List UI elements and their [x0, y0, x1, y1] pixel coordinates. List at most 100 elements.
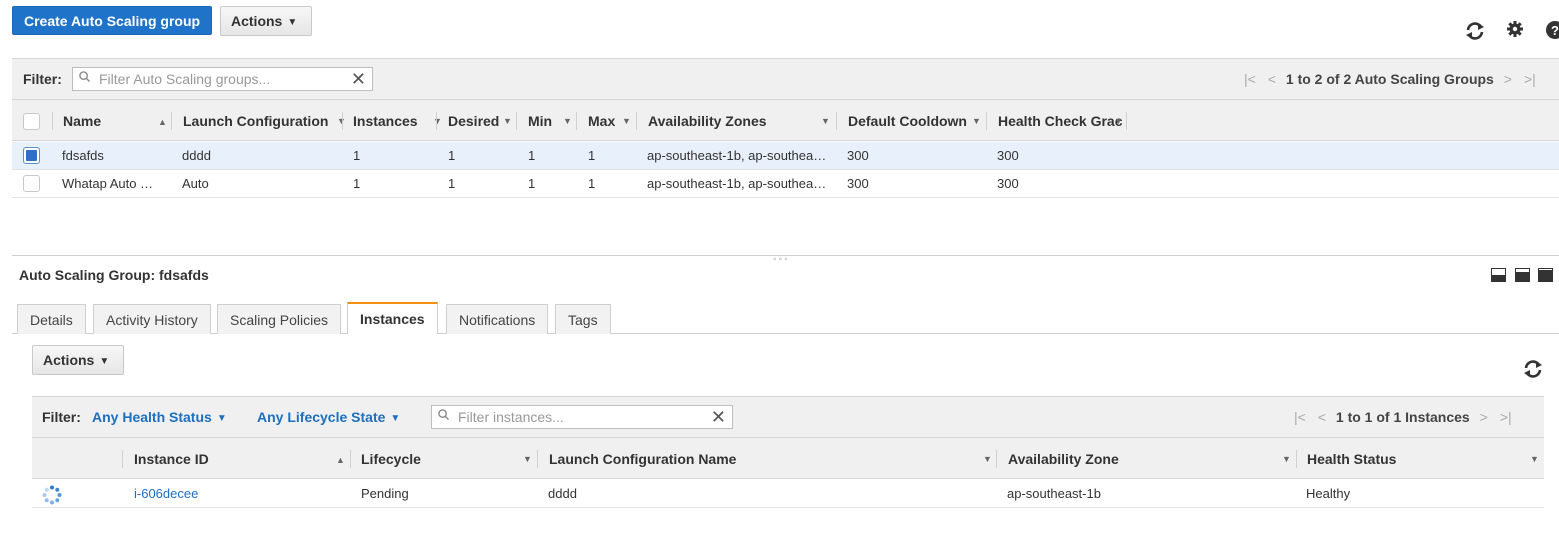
column-instance-id[interactable]: Instance ID ▲ [134, 438, 345, 480]
table-row[interactable]: Whatap Auto … Auto 1 1 1 1 ap-southeast-… [12, 170, 1559, 198]
instances-search-box[interactable]: ✕ [431, 405, 733, 429]
cell-health-status: Healthy [1306, 486, 1351, 501]
select-all-checkbox[interactable] [23, 113, 40, 130]
cell-max: 1 [588, 148, 596, 163]
pending-spinner-icon [42, 485, 62, 508]
instances-pager: |< < 1 to 1 of 1 Instances > >| [1288, 409, 1518, 425]
refresh-icon[interactable] [1464, 20, 1486, 46]
cell-min: 1 [528, 176, 536, 191]
instances-actions-label: Actions [43, 352, 95, 368]
tab-tags[interactable]: Tags [555, 304, 611, 334]
last-page-icon[interactable]: >| [1500, 409, 1512, 425]
column-desired[interactable]: Desired ▼ [448, 100, 512, 142]
layout-full-icon[interactable] [1538, 268, 1553, 282]
instances-pager-text: 1 to 1 of 1 Instances [1335, 409, 1470, 425]
tab-notifications[interactable]: Notifications [446, 304, 549, 334]
column-availability-zones[interactable]: Availability Zones ▼ [648, 100, 830, 142]
clear-icon[interactable]: ✕ [711, 407, 726, 427]
row-checkbox[interactable] [23, 175, 40, 192]
cell-launch-configuration: Auto [182, 176, 209, 191]
cell-lifecycle: Pending [361, 486, 409, 501]
column-name[interactable]: Name ▲ [63, 100, 167, 142]
table-row[interactable]: i-606decee Pending dddd ap-southeast-1b … [32, 479, 1544, 508]
instances-filter-bar: Filter: Any Health Status ▼ Any Lifecycle… [32, 396, 1544, 437]
search-icon [79, 71, 90, 82]
column-lifecycle[interactable]: Lifecycle ▼ [361, 438, 532, 480]
groups-search-input[interactable] [97, 70, 341, 88]
instances-table-header: Instance ID ▲ Lifecycle ▼ Launch Configura… [32, 437, 1544, 479]
chevron-down-icon: ▼ [1282, 454, 1291, 464]
filter-label: Filter: [42, 409, 81, 425]
actions-dropdown-button[interactable]: Actions ▼ [220, 6, 312, 36]
column-min[interactable]: Min ▼ [528, 100, 572, 142]
column-launch-configuration[interactable]: Launch Configuration▼ [183, 100, 346, 142]
chevron-down-icon: ▼ [503, 116, 512, 126]
first-page-icon[interactable]: |< [1294, 409, 1306, 425]
actions-label: Actions [231, 13, 283, 29]
chevron-down-icon: ▼ [983, 454, 992, 464]
cell-launch-configuration: dddd [182, 148, 211, 163]
tab-scaling-policies[interactable]: Scaling Policies [217, 304, 342, 334]
groups-filter-bar: Filter: ✕ |< < 1 to 2 of 2 Auto Scaling G… [12, 58, 1559, 99]
tab-instances[interactable]: Instances [347, 302, 438, 334]
first-page-icon[interactable]: |< [1244, 71, 1256, 87]
chevron-down-icon: ▼ [1530, 454, 1539, 464]
detail-panel-title: Auto Scaling Group: fdsafds [19, 267, 209, 283]
chevron-down-icon: ▼ [433, 116, 442, 126]
health-status-filter[interactable]: Any Health Status ▼ [92, 409, 227, 425]
chevron-down-icon: ▼ [287, 17, 298, 28]
cell-health-check-grace: 300 [997, 176, 1019, 191]
create-auto-scaling-group-button[interactable]: Create Auto Scaling group [12, 6, 213, 35]
cell-availability-zones: ap-southeast-1b, ap-southea… [647, 148, 827, 163]
cell-default-cooldown: 300 [847, 148, 869, 163]
gear-icon[interactable] [1506, 20, 1524, 42]
chevron-down-icon: ▼ [1114, 116, 1123, 126]
groups-search-box[interactable]: ✕ [72, 67, 373, 91]
layout-split-icon[interactable] [1515, 268, 1530, 282]
instances-search-input[interactable] [456, 408, 700, 426]
tab-activity-history[interactable]: Activity History [93, 304, 211, 334]
groups-pager: |< < 1 to 2 of 2 Auto Scaling Groups > >| [1238, 71, 1542, 87]
cell-name: fdsafds [62, 148, 104, 163]
tab-details[interactable]: Details [17, 304, 86, 334]
column-default-cooldown[interactable]: Default Cooldown ▼ [848, 100, 981, 142]
last-page-icon[interactable]: >| [1524, 71, 1536, 87]
resize-handle[interactable]: ◦◦◦ [773, 255, 790, 265]
instances-actions-button[interactable]: Actions ▼ [32, 345, 124, 375]
instance-id-link[interactable]: i-606decee [134, 479, 198, 508]
chevron-down-icon: ▼ [821, 116, 830, 126]
chevron-down-icon: ▼ [216, 413, 227, 424]
sort-asc-icon: ▲ [336, 455, 345, 465]
row-checkbox[interactable] [23, 147, 40, 164]
search-icon [438, 409, 449, 420]
cell-desired: 1 [448, 176, 456, 191]
lifecycle-state-filter[interactable]: Any Lifecycle State ▼ [257, 409, 400, 425]
cell-health-check-grace: 300 [997, 148, 1019, 163]
chevron-down-icon: ▼ [622, 116, 631, 126]
refresh-icon[interactable] [1522, 358, 1544, 384]
prev-page-icon[interactable]: < [1268, 71, 1276, 87]
groups-table-header: Name▲ Launch Configuration▼ Instances▼ D… [12, 99, 1559, 141]
chevron-down-icon: ▼ [99, 356, 110, 367]
column-availability-zone[interactable]: Availability Zone ▼ [1008, 438, 1291, 480]
table-row[interactable]: fdsafds dddd 1 1 1 1 ap-southeast-1b, ap… [12, 142, 1559, 170]
svg-text:?: ? [1551, 23, 1559, 38]
next-page-icon[interactable]: > [1480, 409, 1488, 425]
groups-pager-text: 1 to 2 of 2 Auto Scaling Groups [1285, 71, 1494, 87]
layout-bottom-icon[interactable] [1491, 268, 1506, 282]
help-icon[interactable]: ? [1545, 20, 1559, 44]
cell-launch-configuration-name: dddd [548, 486, 577, 501]
next-page-icon[interactable]: > [1504, 71, 1512, 87]
cell-instances: 1 [353, 148, 361, 163]
clear-icon[interactable]: ✕ [351, 69, 366, 89]
cell-default-cooldown: 300 [847, 176, 869, 191]
prev-page-icon[interactable]: < [1318, 409, 1326, 425]
column-launch-configuration-name[interactable]: Launch Configuration Name ▼ [549, 438, 992, 480]
sort-asc-icon: ▲ [158, 117, 167, 127]
column-max[interactable]: Max ▼ [588, 100, 631, 142]
chevron-down-icon: ▼ [563, 116, 572, 126]
column-health-check-grace[interactable]: Health Check Grac ▼ [998, 100, 1123, 142]
chevron-down-icon: ▼ [972, 116, 981, 126]
column-instances[interactable]: Instances ▼ [353, 100, 442, 142]
column-health-status[interactable]: Health Status ▼ [1307, 438, 1539, 480]
